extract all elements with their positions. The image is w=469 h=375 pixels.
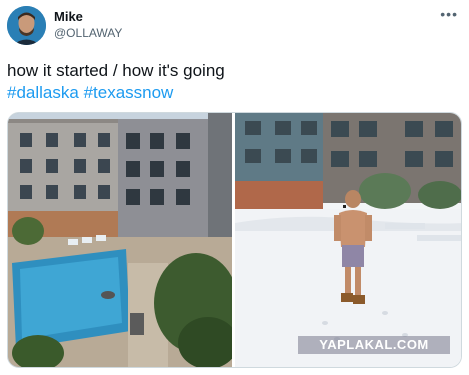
tweet: Mike @OLLAWAY ••• how it started / how i… <box>0 0 469 375</box>
hashtag-link[interactable]: #dallaska <box>7 83 79 102</box>
media-image-left[interactable] <box>8 113 232 368</box>
hashtag-link[interactable]: #texassnow <box>84 83 174 102</box>
tweet-text: how it started / how it's going #dallask… <box>7 60 225 104</box>
media-image-right[interactable] <box>235 113 462 368</box>
tweet-media[interactable] <box>7 112 462 368</box>
more-options-icon[interactable]: ••• <box>440 6 458 22</box>
author-handle[interactable]: @OLLAWAY <box>54 26 122 40</box>
tweet-body: how it started / how it's going <box>7 61 225 80</box>
watermark-text: YAPLAKAL.COM <box>298 336 450 354</box>
avatar[interactable] <box>7 6 46 45</box>
author-name[interactable]: Mike <box>54 9 83 24</box>
